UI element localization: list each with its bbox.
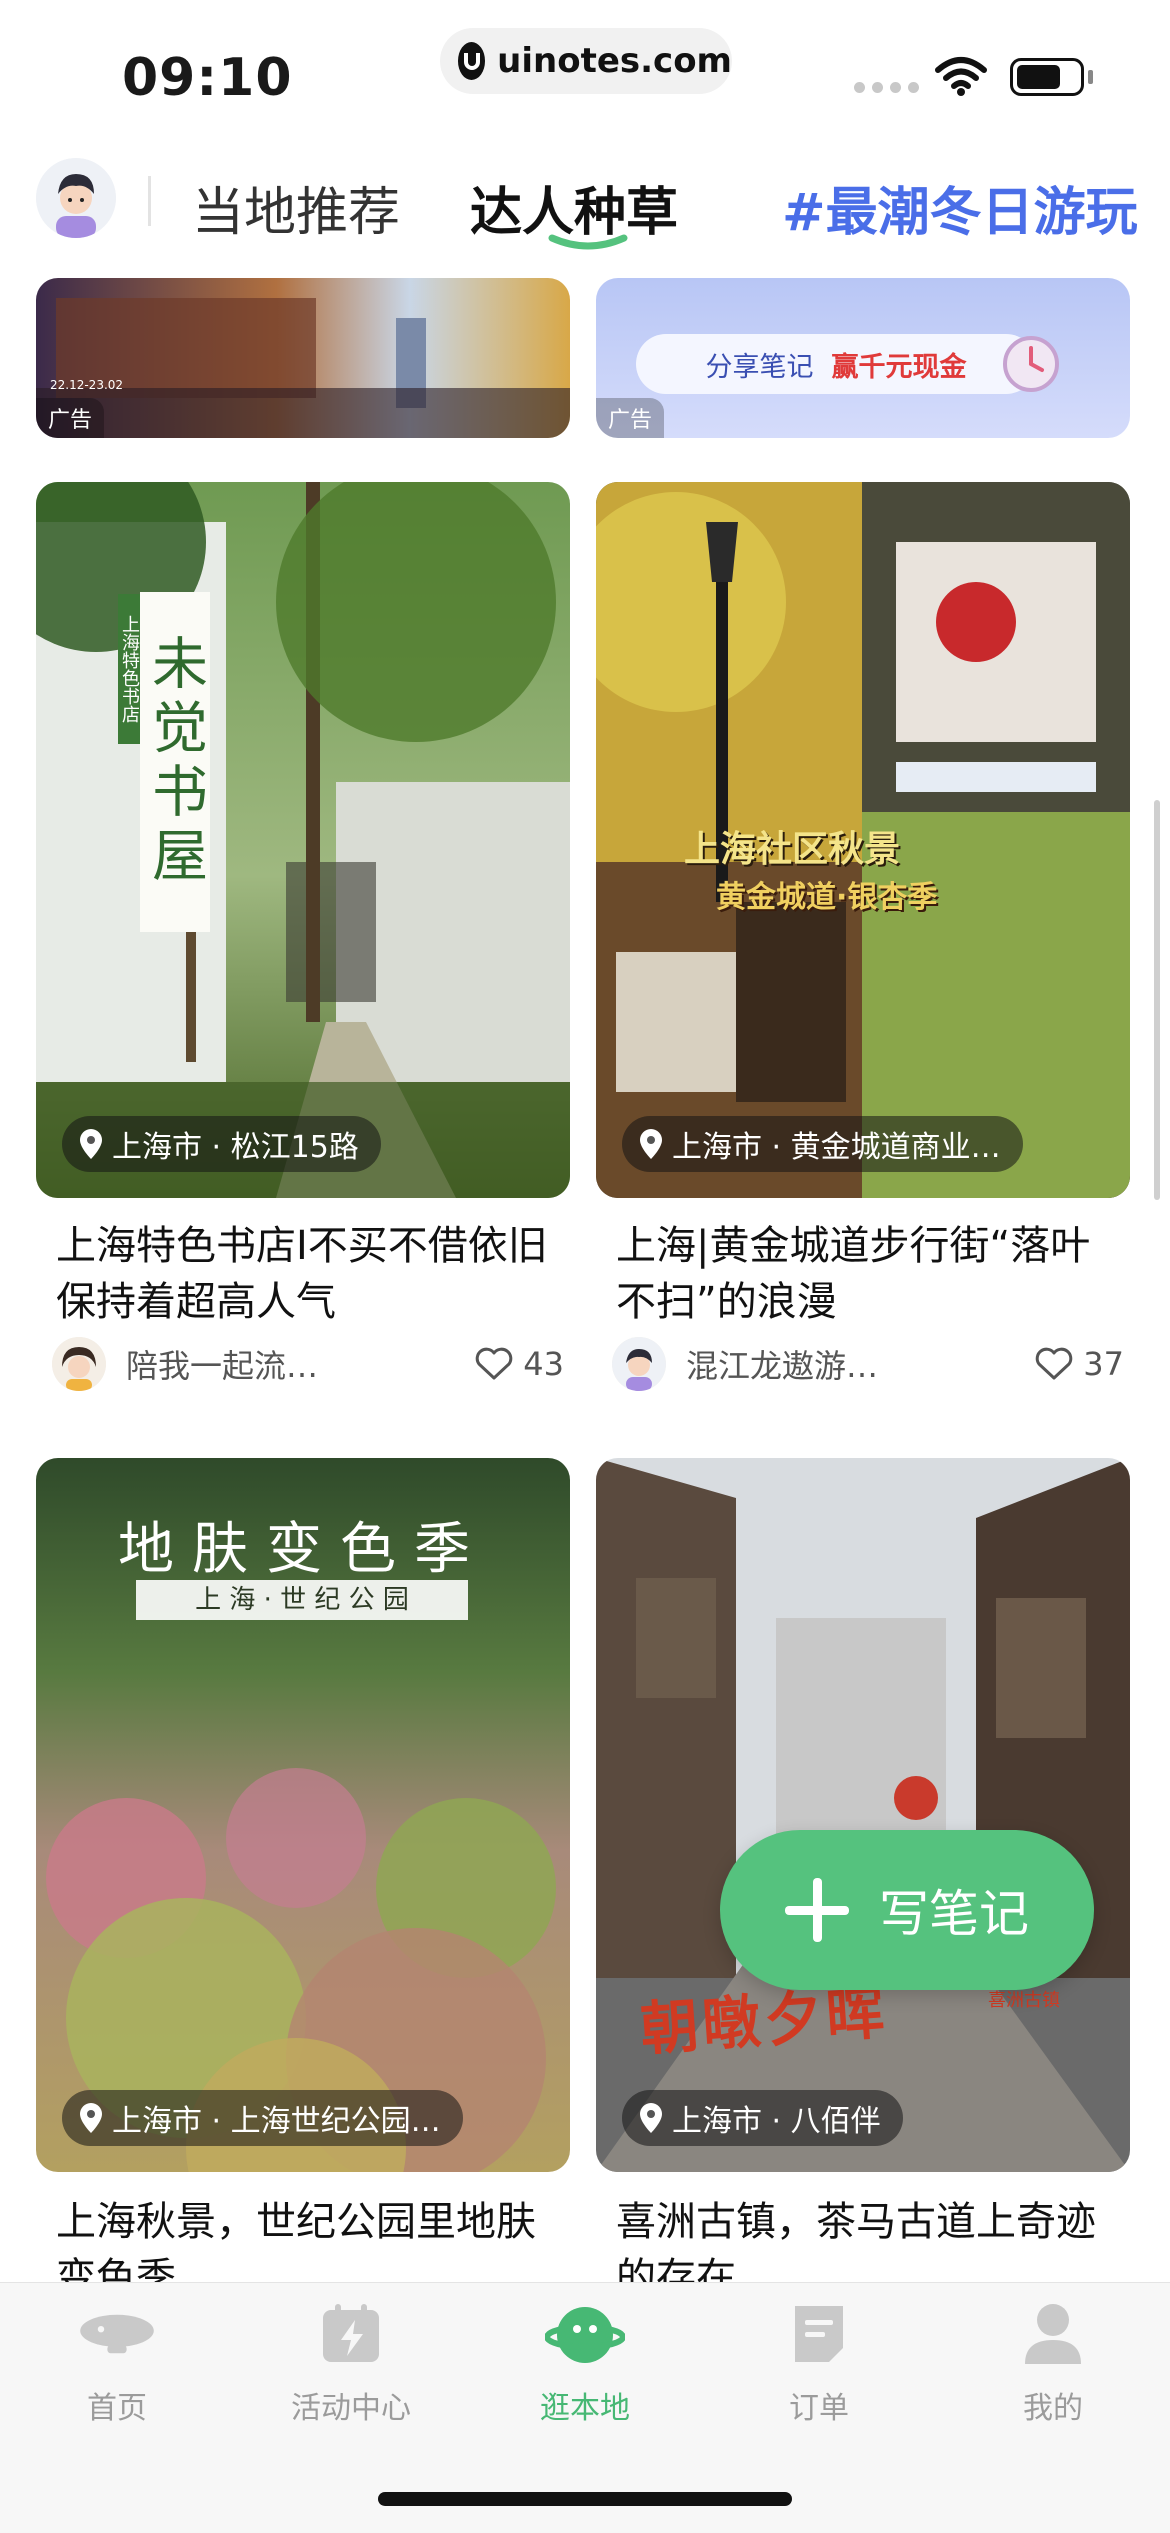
image-heading-text: 上海社区秋景 (684, 829, 901, 870)
nav-label: 活动中心 (291, 2391, 411, 2426)
ad-image-1: 22.12-23.02 广告 (36, 278, 570, 438)
tab-winter-hashtag[interactable]: #最潮冬日游玩 (782, 170, 1138, 245)
nav-label: 逛本地 (540, 2391, 630, 2426)
top-tab-bar: 当地推荐 达人种草 #最潮冬日游玩 (0, 150, 1170, 278)
status-time: 09:10 (122, 48, 293, 108)
home-indicator[interactable] (378, 2492, 792, 2506)
location-pin-icon (640, 1129, 662, 1159)
nav-profile[interactable]: 我的 (936, 2299, 1170, 2427)
location-pill[interactable]: 上海市 · 上海世纪公园… (62, 2090, 463, 2146)
location-pill[interactable]: 上海市 · 八佰伴 (622, 2090, 903, 2146)
location-text: 上海市 · 黄金城道商业… (672, 1130, 1001, 1165)
nav-activity-center[interactable]: 活动中心 (234, 2299, 468, 2427)
site-logo-icon (458, 42, 486, 80)
post-image-1: 未觉书屋 上海特色书店 上海市 · 松江15路 (36, 482, 570, 1198)
ad-share-pill: 分享笔记 赢千元现金 (636, 334, 1036, 394)
like-button[interactable]: 43 (475, 1345, 564, 1383)
nav-explore-local[interactable]: 逛本地 (468, 2299, 702, 2427)
order-icon (779, 2299, 859, 2369)
like-count: 43 (523, 1345, 564, 1383)
bookstore-subtitle-text: 上海特色书店 (118, 594, 140, 744)
nav-label: 订单 (789, 2391, 849, 2426)
nav-orders[interactable]: 订单 (702, 2299, 936, 2427)
heart-icon (476, 1347, 513, 1380)
heart-icon (1036, 1347, 1073, 1380)
location-text: 上海市 · 上海世纪公园… (112, 2104, 441, 2139)
nav-home[interactable]: 首页 (0, 2299, 234, 2427)
location-pin-icon (80, 1129, 102, 1159)
author-name[interactable]: 陪我一起流… (126, 1341, 475, 1387)
post-title[interactable]: 上海特色书店I不买不借依旧保持着超高人气 (56, 1218, 556, 1330)
post-title[interactable]: 喜洲古镇，茶马古道上奇迹的存在 (616, 2194, 1116, 2282)
ad-label: 广告 (596, 398, 665, 438)
airship-icon (77, 2299, 157, 2369)
battery-cap (1088, 70, 1093, 84)
like-count: 37 (1083, 1345, 1124, 1383)
location-pill[interactable]: 上海市 · 松江15路 (62, 1116, 381, 1172)
location-text: 上海市 · 八佰伴 (672, 2104, 881, 2139)
write-note-label: 写笔记 (879, 1885, 1029, 1943)
post-title[interactable]: 上海|黄金城道步行街“落叶不扫”的浪漫 (616, 1218, 1116, 1330)
tab-active-indicator (548, 234, 628, 250)
wifi-icon (935, 57, 987, 96)
author-avatar[interactable] (612, 1337, 666, 1391)
post-meta: 陪我一起流… 43 (52, 1334, 572, 1394)
url-text: uinotes.com (497, 41, 732, 81)
alarm-clock-icon (1003, 336, 1059, 392)
calendar-bolt-icon (311, 2299, 391, 2369)
status-bar: 09:10 uinotes.com (0, 0, 1170, 150)
post-image-2: 上海社区秋景 黄金城道·银杏季 上海市 · 黄金城道商业… (596, 482, 1130, 1198)
ad-date-text: 22.12-23.02 (50, 378, 124, 392)
post-meta: 混江龙遨游… 37 (612, 1334, 1132, 1394)
ad-reward-text: 赢千元现金 (831, 351, 967, 383)
author-name[interactable]: 混江龙遨游… (686, 1341, 1035, 1387)
image-heading-text: 地肤变色季 (118, 1517, 488, 1582)
user-avatar[interactable] (36, 158, 116, 238)
image-subheading-text: 黄金城道·银杏季 (716, 880, 938, 915)
location-pill[interactable]: 上海市 · 黄金城道商业… (622, 1116, 1023, 1172)
write-note-button[interactable]: 写笔记 (720, 1830, 1094, 1990)
plus-icon (785, 1878, 849, 1942)
nav-label: 首页 (87, 2391, 147, 2426)
like-button[interactable]: 37 (1035, 1345, 1124, 1383)
scrollbar[interactable] (1154, 800, 1160, 1200)
image-subheading-text: 上 海 · 世 纪 公 园 (136, 1580, 468, 1620)
ad-share-text: 分享笔记 (705, 351, 814, 383)
url-pill[interactable]: uinotes.com (440, 28, 732, 94)
bookstore-title-text: 未觉书屋 (140, 592, 210, 932)
tab-local-recommend[interactable]: 当地推荐 (192, 170, 400, 245)
post-title[interactable]: 上海秋景，世纪公园里地肤变色季 (56, 2194, 556, 2282)
location-text: 上海市 · 松江15路 (112, 1130, 359, 1165)
planet-icon (545, 2299, 625, 2369)
battery-icon (1010, 58, 1084, 96)
signal-icon (854, 82, 919, 93)
tab-divider (148, 176, 151, 226)
post-image-3: 地肤变色季 上 海 · 世 纪 公 园 上海市 · 上海世纪公园… (36, 1458, 570, 2172)
location-pin-icon (80, 2103, 102, 2133)
location-pin-icon (640, 2103, 662, 2133)
author-avatar[interactable] (52, 1337, 106, 1391)
nav-label: 我的 (1023, 2391, 1083, 2426)
user-icon (1013, 2299, 1093, 2369)
post-image-4: 朝暾夕晖 喜洲古镇 上海市 · 八佰伴 (596, 1458, 1130, 2172)
ad-image-2: 分享笔记 赢千元现金 广告 (596, 278, 1130, 438)
ad-label: 广告 (36, 398, 105, 438)
